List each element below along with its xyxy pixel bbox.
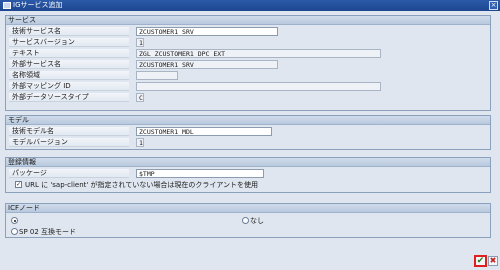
dialog-title: IGサービス追加 xyxy=(13,1,63,9)
external-service-name-field[interactable]: ZCUSTOMER1_SRV xyxy=(136,60,278,69)
namespace-field[interactable] xyxy=(136,71,178,80)
window-icon xyxy=(3,2,11,9)
external-mapping-id-label: 外部マッピング ID xyxy=(9,82,129,91)
service-group-header: サービス xyxy=(6,16,490,25)
icf-node-group-header: ICFノード xyxy=(6,204,490,213)
default-client-checkbox-label: URL に 'sap-client' が指定されていない場合は現在のクライアント… xyxy=(25,181,259,189)
cancel-icon: ✖ xyxy=(489,256,497,265)
external-datasource-type-field[interactable]: C xyxy=(136,93,144,102)
default-client-row: ✓ URL に 'sap-client' が指定されていない場合は現在のクライア… xyxy=(9,179,479,189)
dialog-titlebar: IGサービス追加 × xyxy=(0,0,500,11)
ok-button[interactable]: ✔ xyxy=(474,255,487,267)
technical-service-name-field[interactable]: ZCUSTOMER1_SRV xyxy=(136,27,278,36)
model-group-header: モデル xyxy=(6,116,490,125)
icf-none-label: なし xyxy=(250,217,264,225)
close-icon[interactable]: × xyxy=(489,1,498,10)
model-version-field[interactable]: 1 xyxy=(136,138,144,147)
technical-model-name-field[interactable]: ZCUSTOMER1_MDL xyxy=(136,127,272,136)
icf-sp02-label: SP 02 互換モード xyxy=(19,228,77,236)
namespace-label: 名称領域 xyxy=(9,71,129,80)
external-mapping-id-field[interactable] xyxy=(136,82,381,91)
model-version-label: モデルバージョン xyxy=(9,138,129,147)
service-version-field[interactable]: 1 xyxy=(136,38,144,47)
service-version-label: サービスバージョン xyxy=(9,38,129,47)
package-label: パッケージ xyxy=(9,169,129,178)
external-service-name-label: 外部サービス名 xyxy=(9,60,129,69)
cancel-button[interactable]: ✖ xyxy=(488,256,498,266)
default-client-checkbox[interactable]: ✓ xyxy=(15,181,22,188)
service-add-dialog: IGサービス追加 × サービス 技術サービス名 ZCUSTOMER1_SRV サ… xyxy=(0,0,500,270)
model-group: モデル 技術モデル名 ZCUSTOMER1_MDL モデルバージョン 1 xyxy=(5,115,491,150)
service-group: サービス 技術サービス名 ZCUSTOMER1_SRV サービスバージョン 1 … xyxy=(5,15,491,111)
text-field[interactable]: ZGL_ZCUSTOMER1_DPC_EXT xyxy=(136,49,381,58)
registration-group-header: 登録情報 xyxy=(6,158,490,167)
technical-service-name-label: 技術サービス名 xyxy=(9,27,129,36)
technical-model-name-label: 技術モデル名 xyxy=(9,127,129,136)
checkmark-icon: ✔ xyxy=(476,256,485,266)
icf-sp02-radio[interactable] xyxy=(11,228,18,235)
icf-none-radio[interactable] xyxy=(242,217,249,224)
package-field[interactable]: $TMP xyxy=(136,169,264,178)
registration-group: 登録情報 パッケージ $TMP ✓ URL に 'sap-client' が指定… xyxy=(5,157,491,193)
icf-standard-radio[interactable] xyxy=(11,217,18,224)
external-datasource-type-label: 外部データソースタイプ xyxy=(9,93,129,102)
icf-node-group: ICFノード なし SP 02 互換モード xyxy=(5,203,491,238)
text-label: テキスト xyxy=(9,49,129,58)
